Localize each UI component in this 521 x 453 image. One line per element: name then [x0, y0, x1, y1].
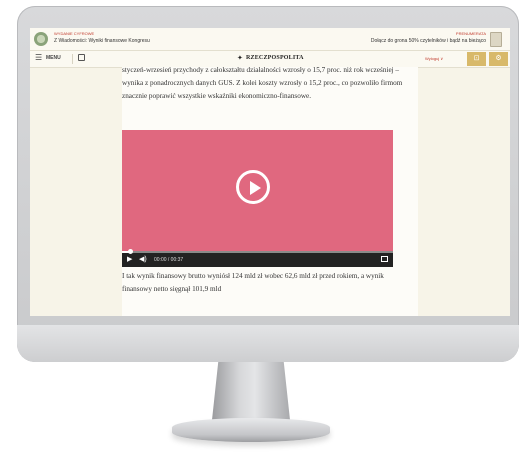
top-bar: WYDANIE CYFROWE Z Wiadomości: Wyniki fin…	[30, 28, 510, 51]
monitor-bezel	[17, 325, 519, 362]
screen: WYDANIE CYFROWE Z Wiadomości: Wyniki fin…	[30, 28, 510, 316]
divider	[72, 54, 73, 64]
progress-handle[interactable]	[128, 249, 133, 254]
subscription-label[interactable]: PRENUMERATA	[456, 31, 486, 36]
gear-icon: ⚙	[495, 55, 502, 62]
article-body: styczeń-wrzesień przychody z całokształt…	[122, 66, 418, 316]
progress-bar[interactable]	[122, 249, 393, 254]
user-button[interactable]: ⊡	[467, 52, 486, 66]
logo-icon[interactable]	[34, 32, 48, 46]
play-icon[interactable]: ▶	[127, 256, 132, 264]
video-player[interactable]: ▶ ◀) 00:00 / 00:37	[122, 130, 393, 267]
volume-icon[interactable]: ◀)	[139, 256, 147, 264]
topbar-label[interactable]: WYDANIE CYFROWE	[54, 31, 94, 36]
logout-link[interactable]: Wyloguj ∨	[425, 56, 443, 61]
article-paragraph: I tak wynik finansowy brutto wyniósł 124…	[122, 272, 384, 293]
fullscreen-icon[interactable]	[381, 256, 388, 262]
video-controls: ▶ ◀) 00:00 / 00:37	[122, 249, 393, 267]
newspaper-icon[interactable]	[490, 32, 502, 47]
brand-logo[interactable]: RZECZPOSPOLITA	[246, 55, 304, 61]
monitor-stand-base	[172, 418, 330, 442]
subscription-text[interactable]: Dołącz do grona 50% czytelników i bądź n…	[371, 38, 486, 44]
search-icon[interactable]	[78, 54, 85, 61]
menu-button[interactable]: MENU	[46, 55, 61, 61]
settings-button[interactable]: ⚙	[489, 52, 508, 66]
video-time: 00:00 / 00:37	[154, 257, 184, 263]
hamburger-icon[interactable]: ☰	[35, 54, 42, 62]
user-icon: ⊡	[473, 55, 480, 62]
play-circle-icon[interactable]	[236, 170, 270, 204]
topbar-headline[interactable]: Z Wiadomości: Wyniki finansowe Kongresu	[54, 38, 150, 44]
monitor-stand-neck	[212, 362, 290, 420]
eagle-logo-icon[interactable]: ✦	[237, 54, 243, 62]
article-paragraph: styczeń-wrzesień przychody z całokształt…	[122, 66, 403, 100]
